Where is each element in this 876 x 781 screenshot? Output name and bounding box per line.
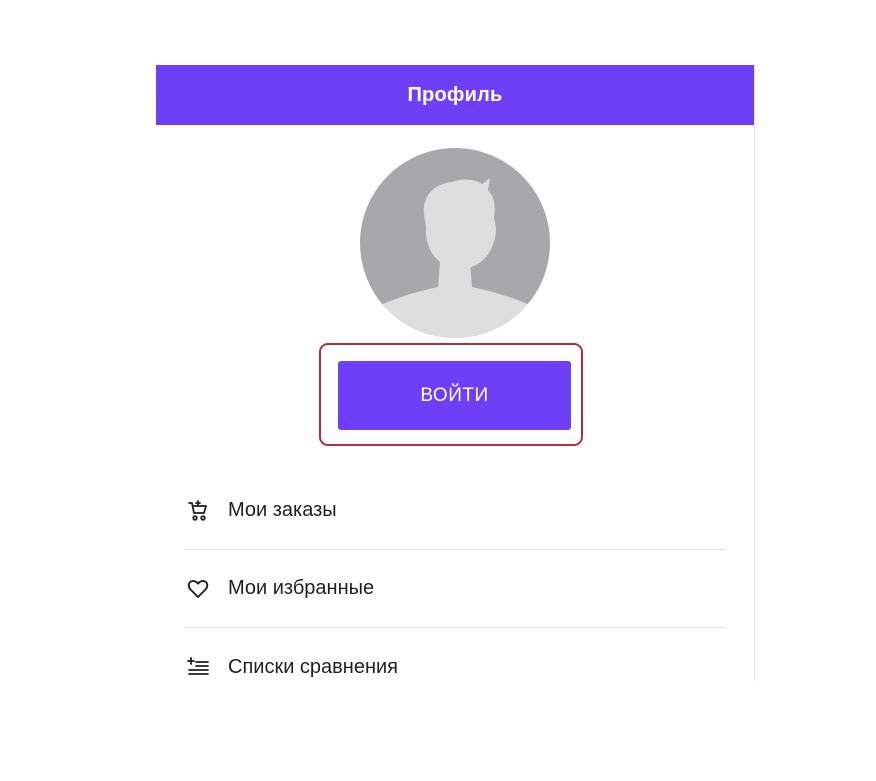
page-title: Профиль [407, 83, 503, 106]
header-bar: Профиль [156, 65, 754, 125]
login-button[interactable]: ВОЙТИ [338, 361, 571, 430]
menu-item-orders[interactable]: Мои заказы [184, 472, 726, 550]
menu-item-label: Списки сравнения [228, 655, 399, 678]
compare-list-icon [186, 655, 210, 679]
cart-icon [186, 499, 210, 523]
menu-item-label: Мои избранные [228, 577, 375, 599]
avatar [360, 148, 550, 338]
profile-screen: Профиль ВОЙТИ Мои заказы Мои избранные С… [156, 65, 755, 681]
menu-item-compare-lists[interactable]: Списки сравнения [184, 628, 726, 681]
menu-item-favorites[interactable]: Мои избранные [184, 550, 726, 628]
menu-item-label: Мои заказы [228, 499, 337, 521]
user-silhouette-icon [360, 178, 550, 338]
heart-icon [186, 577, 210, 601]
